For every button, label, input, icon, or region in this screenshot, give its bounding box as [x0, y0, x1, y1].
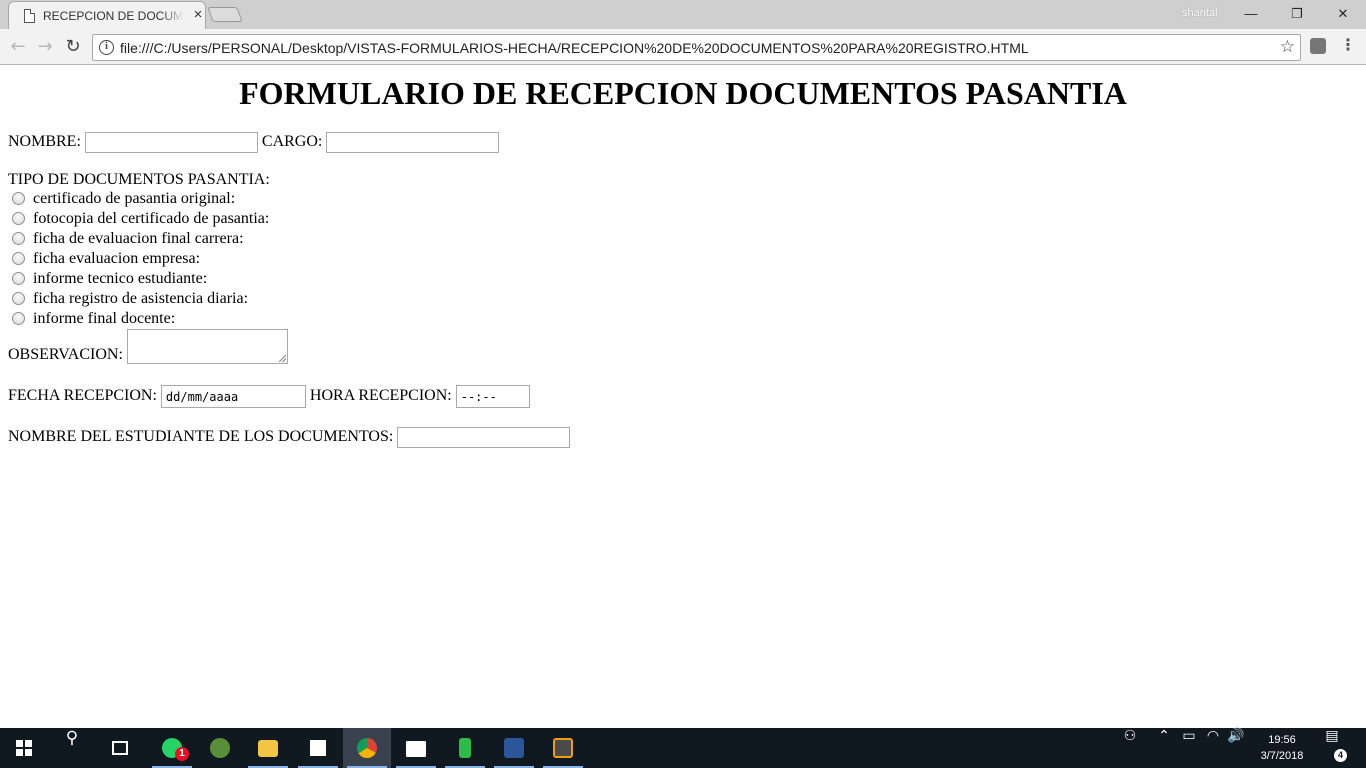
search-button[interactable]: ⚲: [48, 728, 96, 768]
action-center-icon[interactable]: ▤: [1322, 728, 1342, 768]
windows-taskbar: ⚲ 1 ⚇ ⌃ ▭ ◠ 🔊 19:56 3/7/2018 ▤ 4: [0, 728, 1366, 768]
extension-icon[interactable]: [1310, 38, 1326, 54]
forward-button[interactable]: →: [35, 37, 55, 57]
cargo-input[interactable]: [326, 132, 500, 153]
start-button[interactable]: [0, 728, 48, 768]
page-content: FORMULARIO DE RECEPCION DOCUMENTOS PASAN…: [0, 66, 1366, 728]
clock-time: 19:56: [1268, 734, 1296, 746]
video-editor-app[interactable]: [392, 728, 440, 768]
chrome-app[interactable]: [343, 728, 391, 768]
restore-button[interactable]: ❐: [1274, 0, 1320, 28]
radio-label: fotocopia del certificado de pasantia:: [33, 210, 270, 227]
word-icon: [504, 738, 524, 758]
browser-menu-icon[interactable]: ⋮: [1340, 35, 1356, 54]
sticky-notes-app[interactable]: [294, 728, 342, 768]
estudiante-row: NOMBRE DEL ESTUDIANTE DE LOS DOCUMENTOS:: [8, 427, 571, 448]
observacion-label: OBSERVACION:: [8, 346, 123, 363]
green-app[interactable]: [441, 728, 489, 768]
info-icon[interactable]: i: [99, 40, 114, 55]
tab-title: RECEPCION DE DOCUMENTOS PARA REGISTRO: [43, 9, 183, 23]
cargo-label: CARGO:: [261, 133, 323, 151]
radio-button[interactable]: [12, 292, 25, 305]
map-app[interactable]: [196, 728, 244, 768]
windows-logo-icon: [16, 740, 32, 756]
nombre-input[interactable]: [84, 132, 258, 153]
volume-icon[interactable]: 🔊: [1226, 728, 1246, 768]
radio-button[interactable]: [12, 232, 25, 245]
estudiante-input[interactable]: [397, 427, 571, 448]
document-icon: [24, 9, 35, 23]
close-window-button[interactable]: ✕: [1320, 0, 1366, 28]
back-button[interactable]: ←: [8, 37, 28, 57]
radio-label: informe final docente:: [33, 310, 176, 327]
radio-button[interactable]: [12, 272, 25, 285]
address-bar[interactable]: i file:///C:/Users/PERSONAL/Desktop/VIST…: [92, 34, 1301, 61]
radio-label: ficha evaluacion empresa:: [33, 250, 201, 267]
task-view-button[interactable]: [96, 728, 144, 768]
radio-label: ficha de evaluacion final carrera:: [33, 230, 244, 247]
sublime-app[interactable]: [539, 728, 587, 768]
whatsapp-badge: 1: [175, 747, 189, 761]
radio-label: ficha registro de asistencia diaria:: [33, 290, 249, 307]
system-clock[interactable]: 19:56 3/7/2018: [1252, 732, 1312, 764]
minimize-button[interactable]: —: [1228, 0, 1274, 28]
nombre-label: NOMBRE:: [8, 133, 81, 151]
wifi-icon[interactable]: ◠: [1204, 728, 1222, 768]
hora-label: HORA RECEPCION:: [309, 387, 452, 405]
clock-date: 3/7/2018: [1260, 750, 1304, 762]
tab-close-icon[interactable]: ×: [190, 7, 206, 23]
observacion-row: OBSERVACION:: [8, 329, 288, 364]
profile-name[interactable]: shantal: [1182, 7, 1217, 19]
task-view-icon: [112, 741, 128, 755]
radio-button[interactable]: [12, 312, 25, 325]
plus-icon: [459, 738, 471, 758]
fecha-label: FECHA RECEPCION:: [8, 387, 157, 405]
nombre-cargo-row: NOMBRE: CARGO:: [8, 132, 500, 153]
browser-tab-strip: RECEPCION DE DOCUMENTOS PARA REGISTRO × …: [0, 0, 1366, 29]
page-title: FORMULARIO DE RECEPCION DOCUMENTOS PASAN…: [239, 75, 1127, 111]
estudiante-label: NOMBRE DEL ESTUDIANTE DE LOS DOCUMENTOS:: [8, 428, 394, 446]
radio-button[interactable]: [12, 212, 25, 225]
folder-icon: [258, 740, 278, 757]
globe-icon: [210, 738, 230, 758]
radio-button[interactable]: [12, 192, 25, 205]
address-url[interactable]: file:///C:/Users/PERSONAL/Desktop/VISTAS…: [120, 40, 1029, 56]
battery-icon[interactable]: ▭: [1180, 728, 1198, 768]
hora-input[interactable]: --:--: [455, 385, 530, 408]
browser-tab[interactable]: RECEPCION DE DOCUMENTOS PARA REGISTRO ×: [8, 1, 206, 29]
search-icon: ⚲: [65, 728, 79, 748]
bookmark-star-icon[interactable]: ☆: [1280, 37, 1295, 57]
fecha-input[interactable]: dd/mm/aaaa: [160, 385, 306, 408]
tipo-documentos-label: TIPO DE DOCUMENTOS PASANTIA:: [8, 171, 270, 188]
radio-label: informe tecnico estudiante:: [33, 270, 208, 287]
chrome-icon: [357, 738, 377, 758]
notification-count-badge: 4: [1334, 749, 1347, 762]
file-explorer-app[interactable]: [244, 728, 292, 768]
reload-button[interactable]: ↻: [63, 37, 83, 57]
sticky-note-icon: [310, 740, 326, 756]
word-app[interactable]: [490, 728, 538, 768]
sublime-icon: [553, 738, 573, 758]
radio-button[interactable]: [12, 252, 25, 265]
show-hidden-icons-chevron-icon[interactable]: ⌃: [1156, 728, 1172, 768]
fecha-hora-row: FECHA RECEPCION: dd/mm/aaaa HORA RECEPCI…: [8, 385, 530, 408]
browser-toolbar: ← → ↻ i file:///C:/Users/PERSONAL/Deskto…: [0, 29, 1366, 65]
people-icon[interactable]: ⚇: [1118, 728, 1142, 768]
new-tab-button[interactable]: [207, 7, 243, 22]
radio-label: certificado de pasantia original:: [33, 190, 236, 207]
observacion-textarea[interactable]: [126, 329, 288, 364]
clapperboard-icon: [406, 741, 426, 757]
whatsapp-app[interactable]: 1: [148, 728, 196, 768]
